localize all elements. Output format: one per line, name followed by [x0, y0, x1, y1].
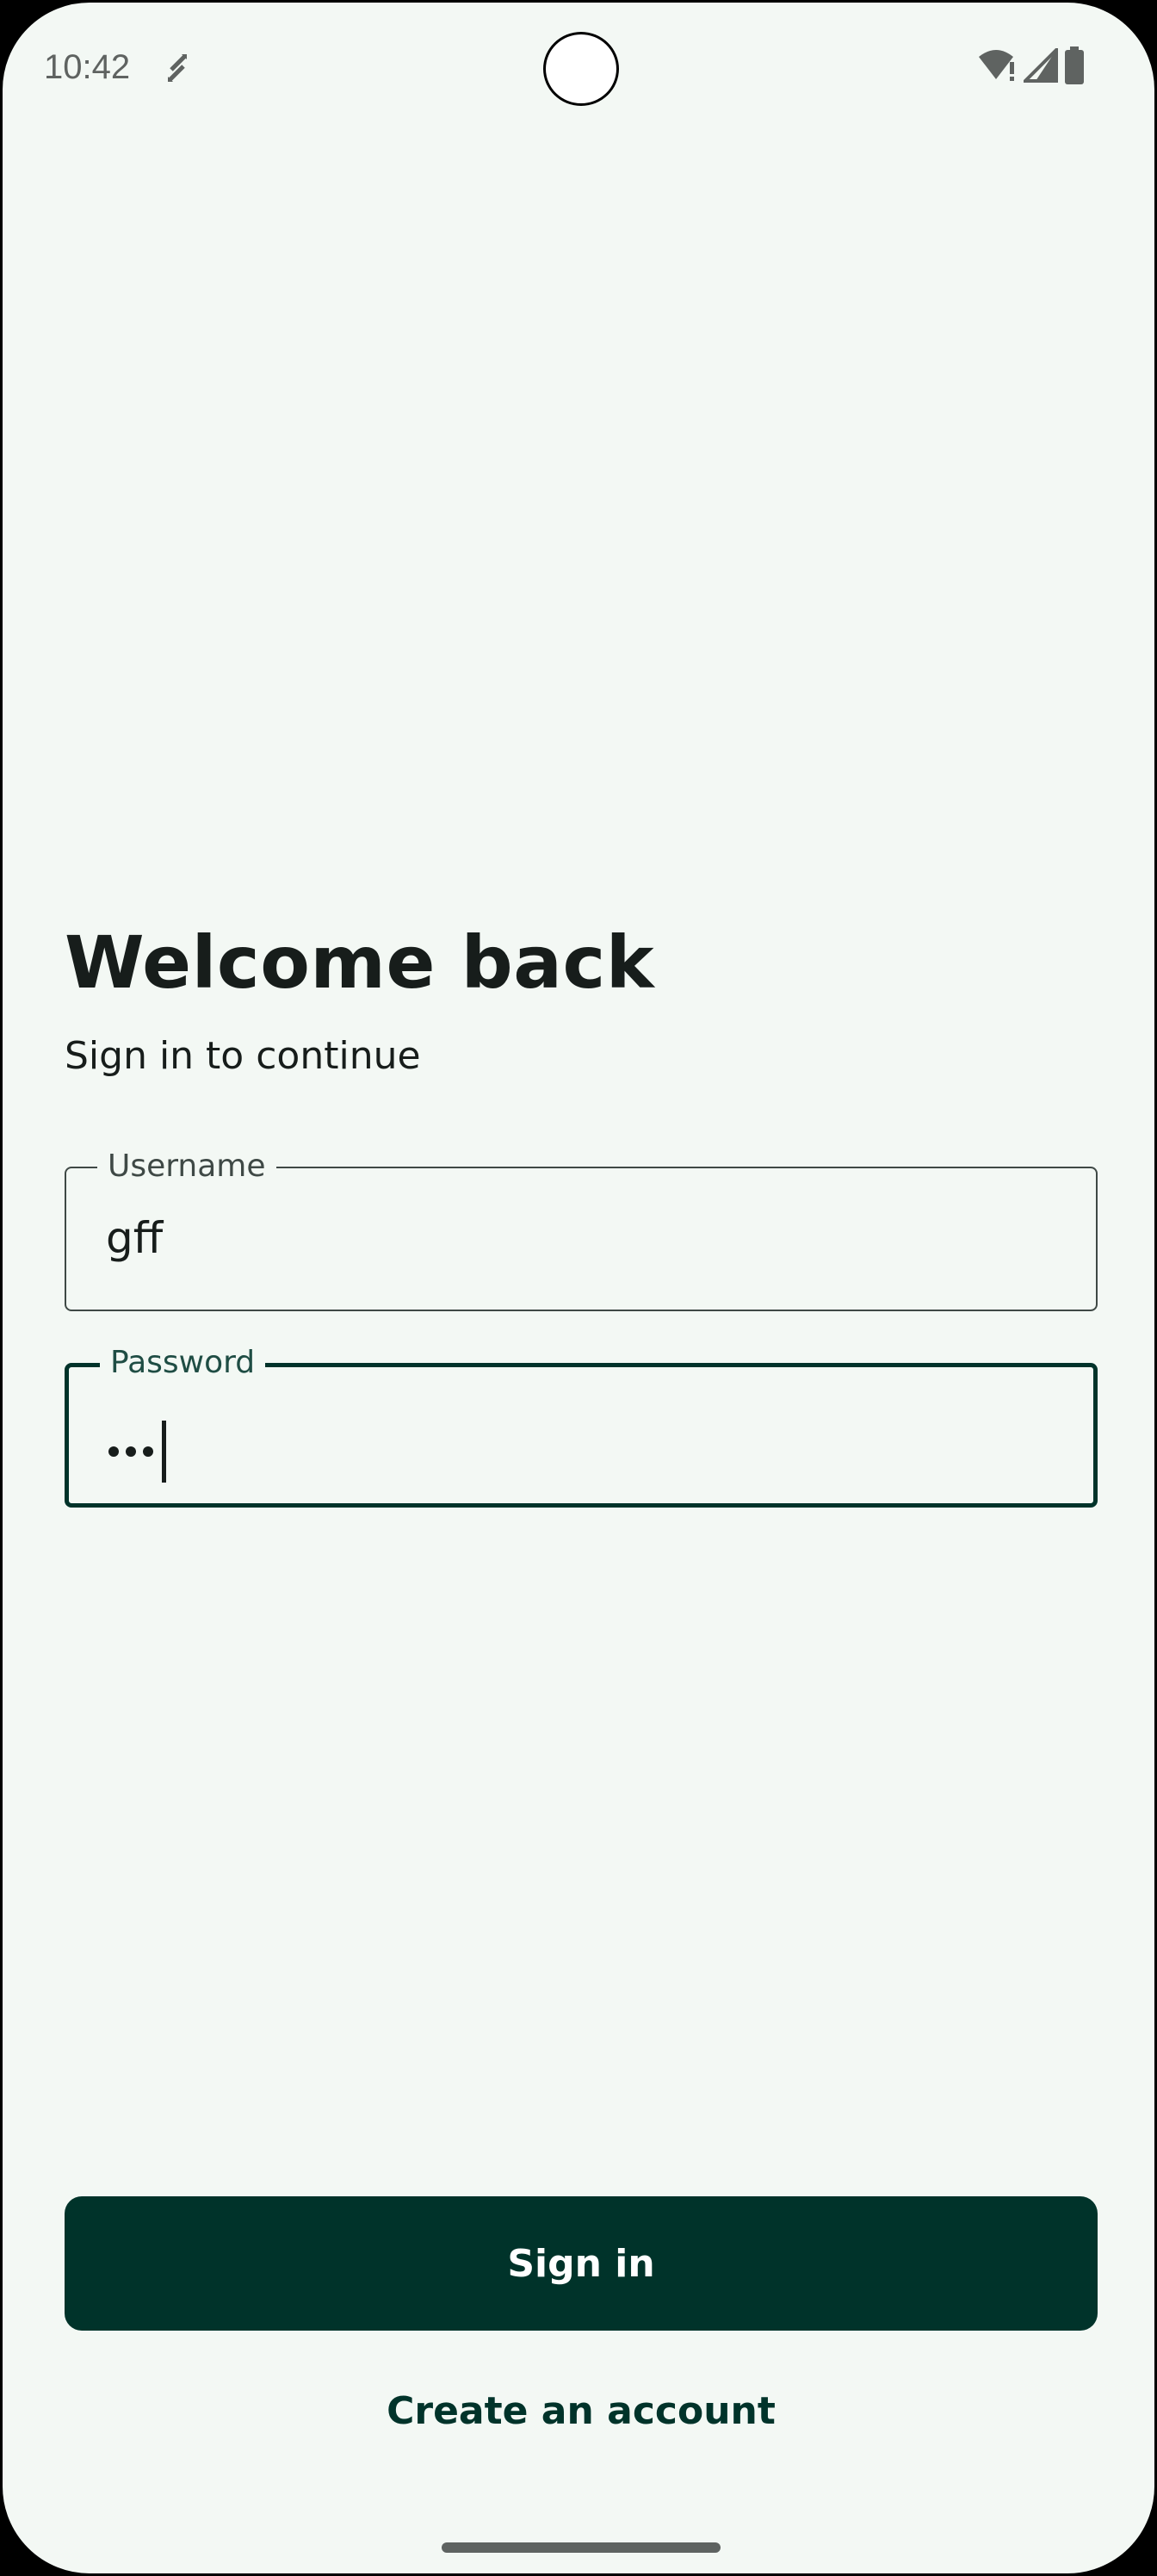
password-dot — [108, 1446, 119, 1457]
home-indicator[interactable] — [442, 2542, 721, 2553]
username-label: Username — [97, 1149, 276, 1184]
password-field[interactable]: Password — [65, 1346, 1098, 1508]
username-input[interactable]: gff — [106, 1211, 1053, 1265]
cellular-signal-icon — [1024, 48, 1058, 83]
status-icons — [977, 46, 1086, 85]
username-field[interactable]: Username gff — [65, 1149, 1098, 1311]
password-input[interactable] — [108, 1421, 166, 1483]
sync-arrows-icon — [164, 51, 190, 85]
page-subtitle: Sign in to continue — [65, 1034, 421, 1078]
battery-icon — [1063, 46, 1086, 84]
wifi-alert-icon — [977, 48, 1018, 83]
create-account-link[interactable]: Create an account — [3, 2387, 1154, 2436]
password-dot — [143, 1446, 153, 1457]
phone-screen: 10:42 Welcome back Sign in to continue U… — [0, 0, 1157, 2576]
sign-in-button[interactable]: Sign in — [65, 2196, 1098, 2331]
page-title: Welcome back — [65, 920, 655, 1005]
text-caret — [162, 1421, 166, 1483]
password-label: Password — [100, 1346, 266, 1380]
camera-cutout — [543, 32, 619, 106]
status-time: 10:42 — [44, 48, 131, 86]
password-dot — [126, 1446, 136, 1457]
